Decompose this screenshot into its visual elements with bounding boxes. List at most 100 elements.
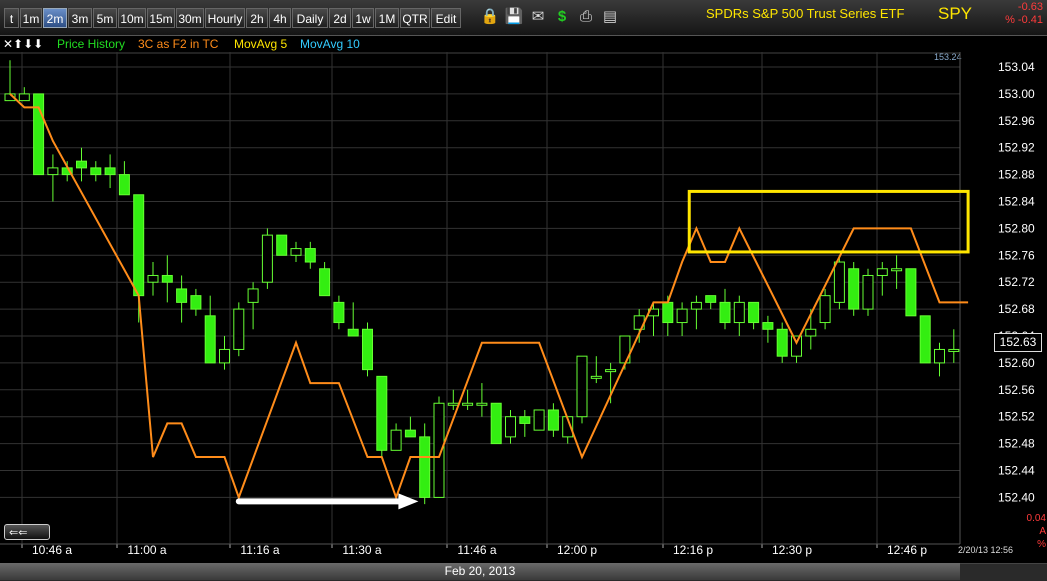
folder-lock-icon[interactable]: 🔒: [480, 7, 500, 27]
candle-down[interactable]: [762, 322, 774, 330]
candle-down[interactable]: [276, 234, 288, 256]
candle-up[interactable]: [876, 268, 888, 276]
save-disk-icon[interactable]: 💾: [504, 7, 524, 27]
candle-down[interactable]: [376, 375, 388, 451]
candle-down[interactable]: [176, 288, 188, 303]
interval-button-3m[interactable]: 3m: [68, 8, 92, 28]
candle-down[interactable]: [118, 174, 130, 196]
interval-button-1m[interactable]: 1m: [20, 8, 42, 28]
change-percent: % -0.41: [1005, 14, 1043, 26]
candle-down[interactable]: [33, 93, 45, 176]
candle-up[interactable]: [819, 295, 831, 324]
interval-button-edit[interactable]: Edit: [431, 8, 461, 28]
candle-down[interactable]: [547, 409, 559, 431]
candle-down[interactable]: [76, 160, 87, 169]
dollar-sign-icon[interactable]: $: [552, 7, 572, 27]
notes-card-icon[interactable]: ▤: [600, 7, 620, 27]
legend-price-history[interactable]: Price History: [57, 36, 125, 52]
candle-up[interactable]: [390, 429, 402, 451]
candle-up[interactable]: [233, 308, 245, 350]
candle-down[interactable]: [190, 295, 202, 310]
candle-down[interactable]: [919, 315, 931, 364]
mail-envelope-icon[interactable]: ✉: [528, 7, 548, 27]
candle-up[interactable]: [833, 261, 845, 303]
candle-up[interactable]: [47, 167, 59, 176]
legend-controls[interactable]: ✕⬆⬇⬇: [3, 36, 43, 52]
candle-up[interactable]: [505, 416, 516, 438]
candle-down[interactable]: [104, 167, 116, 176]
candle-up[interactable]: [261, 234, 273, 283]
candle-down[interactable]: [848, 268, 860, 310]
candle-up[interactable]: [934, 348, 945, 364]
candle-up[interactable]: [891, 268, 903, 272]
candle-down[interactable]: [748, 301, 760, 324]
y-tick-label: 153.00: [998, 87, 1035, 101]
candle-down[interactable]: [419, 436, 431, 498]
candle-up[interactable]: [805, 328, 817, 337]
candle-up[interactable]: [147, 274, 159, 283]
printer-icon[interactable]: ⎙: [576, 7, 596, 27]
candle-down[interactable]: [404, 429, 416, 438]
interval-button-qtr[interactable]: QTR: [400, 8, 430, 28]
candle-down[interactable]: [705, 295, 717, 303]
price-chart[interactable]: 153.04 153.00 152.96 152.92 152.88 152.84 152.…: [0, 52, 1047, 563]
interval-button-2h[interactable]: 2h: [246, 8, 268, 28]
candle-up[interactable]: [447, 402, 459, 406]
candle-down[interactable]: [90, 167, 102, 176]
y-tick-label: 152.48: [998, 437, 1035, 451]
legend-movavg-5[interactable]: MovAvg 5: [234, 36, 287, 52]
candle-up[interactable]: [948, 348, 960, 352]
candle-down[interactable]: [347, 328, 359, 337]
interval-button-1w[interactable]: 1w: [352, 8, 374, 28]
x-tick-label: 11:30 a: [342, 543, 381, 557]
y-tick-label: 152.68: [998, 302, 1035, 316]
interval-button-2d[interactable]: 2d: [329, 8, 351, 28]
x-tick-label: 12:16 p: [673, 543, 713, 557]
candle-up[interactable]: [676, 308, 688, 324]
candle-down[interactable]: [133, 194, 145, 297]
change-value: -0.63: [1017, 1, 1043, 13]
candle-up[interactable]: [791, 335, 802, 357]
candle-down[interactable]: [905, 268, 917, 317]
candle-up[interactable]: [690, 301, 702, 310]
ticker-symbol[interactable]: SPY: [938, 4, 972, 24]
interval-button-2m[interactable]: 2m: [43, 8, 67, 28]
candle-down[interactable]: [719, 301, 731, 324]
interval-button-10m[interactable]: 10m: [118, 8, 146, 28]
interval-button-15m[interactable]: 15m: [147, 8, 175, 28]
candle-up[interactable]: [18, 93, 30, 102]
candle-up[interactable]: [590, 375, 602, 379]
candle-up[interactable]: [576, 355, 588, 418]
candle-up[interactable]: [605, 369, 617, 373]
interval-button-hourly[interactable]: Hourly: [205, 8, 245, 28]
candle-down[interactable]: [776, 328, 788, 357]
interval-button-daily[interactable]: Daily: [292, 8, 328, 28]
candle-up[interactable]: [462, 402, 474, 406]
candle-down[interactable]: [304, 248, 316, 263]
interval-button-4h[interactable]: 4h: [269, 8, 291, 28]
candle-up[interactable]: [219, 348, 230, 364]
candle-up[interactable]: [733, 301, 745, 324]
candle-down[interactable]: [161, 274, 173, 283]
candle-down[interactable]: [519, 416, 531, 424]
x-tick-label: 12:00 p: [557, 543, 597, 557]
interval-button-5m[interactable]: 5m: [93, 8, 117, 28]
scroll-back-button[interactable]: ⇐⇐: [4, 524, 50, 540]
candle-down[interactable]: [662, 301, 674, 324]
candle-up[interactable]: [476, 402, 488, 406]
candle-up[interactable]: [862, 274, 874, 310]
legend-3c-indicator[interactable]: 3C as F2 in TC: [138, 36, 218, 52]
candle-up[interactable]: [533, 409, 545, 431]
candle-up[interactable]: [290, 248, 302, 256]
interval-button-30m[interactable]: 30m: [176, 8, 204, 28]
legend-movavg-10[interactable]: MovAvg 10: [300, 36, 360, 52]
candle-up[interactable]: [247, 288, 259, 303]
candle-down[interactable]: [362, 328, 373, 371]
y-tick-label: 152.44: [998, 464, 1035, 478]
candle-down[interactable]: [204, 315, 216, 364]
interval-button-t[interactable]: t: [4, 8, 19, 28]
candle-down[interactable]: [490, 402, 502, 445]
candle-down[interactable]: [319, 268, 331, 297]
candle-down[interactable]: [333, 301, 345, 324]
interval-button-1m[interactable]: 1M: [375, 8, 399, 28]
